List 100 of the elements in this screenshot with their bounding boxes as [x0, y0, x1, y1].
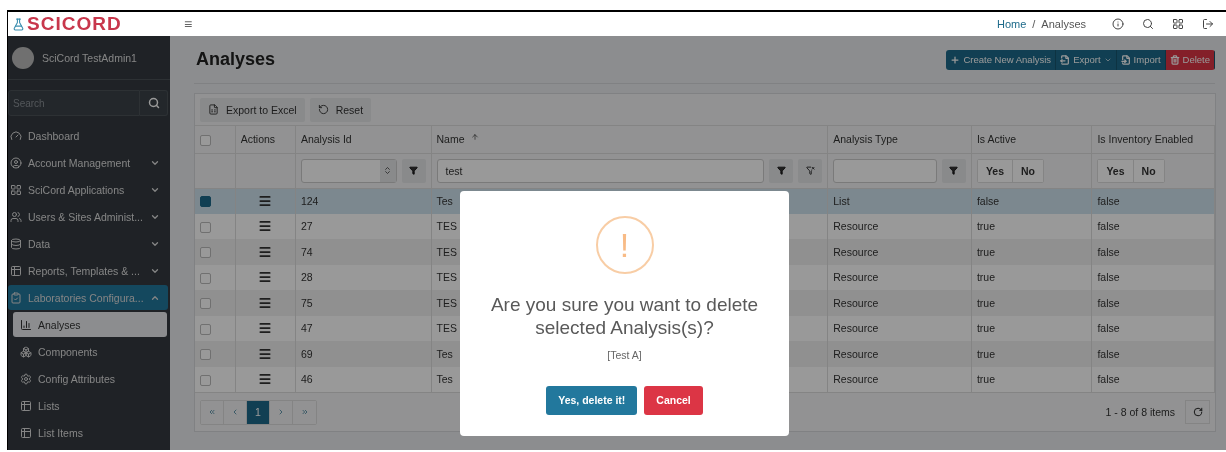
- export-button[interactable]: Export: [1056, 49, 1117, 70]
- cancel-button[interactable]: Cancel: [644, 385, 703, 415]
- table-cell: Resource: [827, 315, 972, 341]
- filter-button[interactable]: [401, 158, 426, 183]
- row-checkbox[interactable]: [200, 196, 211, 208]
- table-cell: true: [971, 239, 1092, 265]
- nav-icon: [20, 345, 32, 358]
- table-cell: 74: [295, 239, 432, 265]
- next-icon: [277, 408, 285, 416]
- delete-button[interactable]: Delete: [1165, 49, 1215, 70]
- table-cell: true: [971, 315, 1092, 341]
- column-header[interactable]: Analysis Id: [295, 126, 432, 153]
- yes-button[interactable]: Yes: [1098, 159, 1134, 182]
- nav-icon: [10, 210, 22, 223]
- spinner-button[interactable]: [379, 159, 396, 182]
- filter-icon: [409, 166, 419, 175]
- filter-icon: [776, 166, 786, 175]
- column-header[interactable]: Actions: [235, 126, 296, 153]
- nav-item[interactable]: Laboratories Configura...: [8, 285, 168, 310]
- create-button[interactable]: Create New Analysis: [946, 49, 1057, 70]
- row-menu-icon[interactable]: [258, 270, 273, 285]
- dialog-message: [Test A]: [607, 348, 642, 361]
- row-menu-icon[interactable]: [258, 321, 273, 336]
- yes-button[interactable]: Yes: [977, 159, 1013, 182]
- table-cell: false: [1091, 315, 1215, 341]
- import-button[interactable]: Import: [1116, 49, 1166, 70]
- excel-button[interactable]: Export to Excel: [200, 97, 305, 122]
- logout-icon[interactable]: [1202, 18, 1214, 30]
- nav-icon: [10, 291, 22, 304]
- sort-arrow-icon: [470, 133, 479, 142]
- nav-item[interactable]: Dashboard: [8, 123, 168, 148]
- nav-subitem[interactable]: Components: [13, 339, 167, 364]
- nav-icon: [10, 156, 22, 169]
- search-icon: [147, 97, 160, 109]
- column-header[interactable]: Is Active: [971, 126, 1092, 153]
- breadcrumb-link[interactable]: Home: [996, 18, 1027, 30]
- breadcrumb-current: Analyses: [1041, 18, 1086, 30]
- nav-subitem[interactable]: List Items: [13, 420, 167, 445]
- row-checkbox[interactable]: [200, 349, 211, 361]
- row-menu-icon[interactable]: [258, 244, 273, 259]
- table-cell: false: [1091, 213, 1215, 239]
- id-filter-field[interactable]: [300, 158, 397, 183]
- column-header[interactable]: Analysis Type: [827, 126, 972, 153]
- row-menu-icon[interactable]: [258, 372, 273, 387]
- filter-button[interactable]: [769, 158, 794, 183]
- table-cell: false: [1091, 264, 1215, 290]
- nav-item[interactable]: Data: [8, 231, 168, 256]
- nav-item[interactable]: Users & Sites Administ...: [8, 204, 168, 229]
- table-cell: true: [971, 264, 1092, 290]
- row-menu-icon[interactable]: [258, 219, 273, 234]
- nav-item[interactable]: SciCord Applications: [8, 177, 168, 202]
- column-header[interactable]: Name: [431, 126, 828, 153]
- type-filter-field[interactable]: [833, 158, 937, 183]
- nav-icon: [10, 237, 22, 250]
- row-menu-icon[interactable]: [258, 346, 273, 361]
- clear-filter-button[interactable]: [798, 158, 823, 183]
- table-cell: Resource: [827, 213, 972, 239]
- row-checkbox[interactable]: [200, 374, 211, 386]
- menu-icon[interactable]: ≡: [184, 16, 193, 32]
- grid-icon[interactable]: [1172, 18, 1184, 30]
- name-filter-field[interactable]: test: [436, 158, 765, 183]
- flask-icon: [12, 17, 25, 31]
- logo: SCICORD: [27, 13, 122, 35]
- row-checkbox[interactable]: [200, 247, 211, 259]
- nav-icon: [20, 426, 32, 439]
- table-cell: 75: [295, 290, 432, 316]
- table-cell: 46: [295, 366, 432, 392]
- confirm-button[interactable]: Yes, delete it!: [546, 385, 638, 415]
- info-icon[interactable]: [1112, 18, 1124, 30]
- filter-button[interactable]: [941, 158, 966, 183]
- search-icon[interactable]: [1142, 18, 1154, 30]
- table-cell: false: [971, 188, 1092, 214]
- export-icon: [1060, 54, 1071, 65]
- nav-subitem[interactable]: Lists: [13, 393, 167, 418]
- nav-icon: [10, 183, 22, 196]
- row-checkbox[interactable]: [200, 323, 211, 335]
- table-cell: true: [971, 290, 1092, 316]
- row-checkbox[interactable]: [200, 221, 211, 233]
- nav-subitem[interactable]: Analyses: [13, 312, 167, 337]
- page-button[interactable]: 1: [247, 400, 270, 424]
- nav-icon: [20, 318, 32, 331]
- nav-icon: [10, 129, 22, 142]
- row-checkbox[interactable]: [200, 272, 211, 284]
- row-menu-icon[interactable]: [258, 295, 273, 310]
- search-button[interactable]: [140, 90, 168, 116]
- nav-item[interactable]: Account Management: [8, 150, 168, 175]
- row-checkbox[interactable]: [200, 298, 211, 310]
- reset-button[interactable]: Reset: [309, 97, 372, 122]
- table-cell: true: [971, 341, 1092, 367]
- row-menu-icon[interactable]: [258, 194, 273, 209]
- user-avatar: [12, 46, 34, 69]
- warning-icon: !: [595, 216, 654, 274]
- nav-subitem[interactable]: Config Attributes: [13, 366, 167, 391]
- nav-item[interactable]: Reports, Templates & ...: [8, 258, 168, 283]
- column-header[interactable]: Is Inventory Enabled: [1091, 126, 1215, 153]
- spreadsheet-icon: [208, 104, 219, 115]
- table-cell: Resource: [827, 264, 972, 290]
- refresh-button[interactable]: [1185, 400, 1210, 424]
- table-cell: false: [1091, 366, 1215, 392]
- select-all-checkbox[interactable]: [200, 134, 211, 146]
